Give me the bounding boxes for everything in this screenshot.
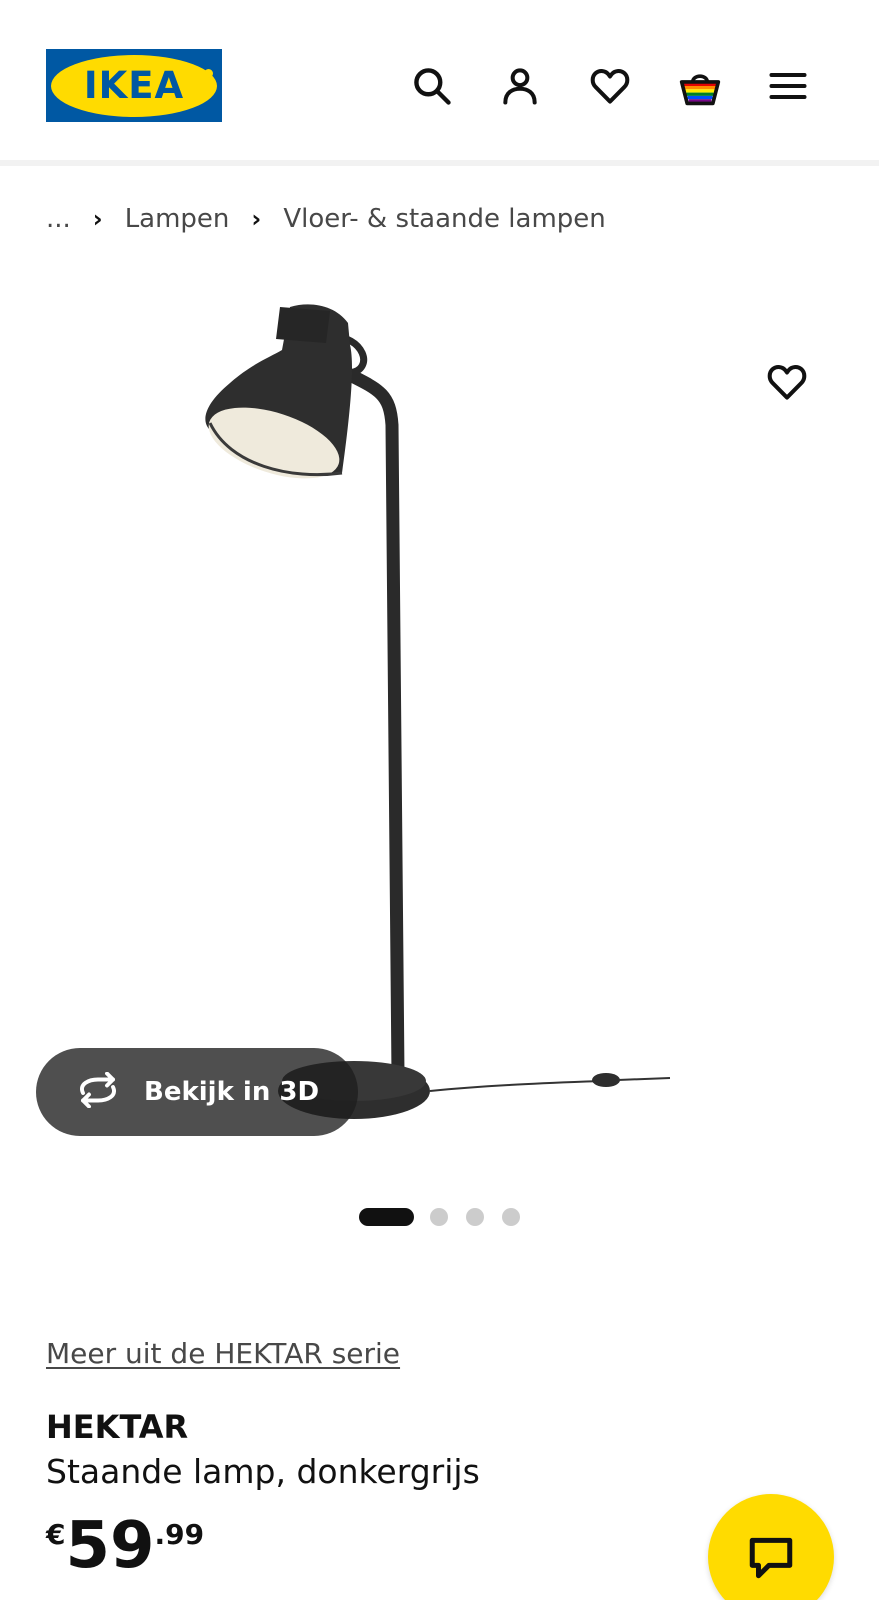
site-header: IKEA bbox=[0, 0, 879, 166]
product-image[interactable] bbox=[150, 295, 750, 1175]
gallery-dot-4[interactable] bbox=[502, 1208, 520, 1226]
price-currency: € bbox=[46, 1518, 66, 1551]
breadcrumb-item-vloer-staande-lampen[interactable]: Vloer- & staande lampen bbox=[283, 204, 605, 234]
breadcrumb-item-lampen[interactable]: Lampen bbox=[125, 204, 230, 234]
favourites-icon[interactable] bbox=[586, 62, 634, 110]
gallery-dot-1[interactable] bbox=[359, 1208, 414, 1226]
search-icon[interactable] bbox=[408, 62, 456, 110]
chevron-right-icon: › bbox=[92, 205, 103, 233]
gallery-pagination bbox=[0, 1208, 879, 1228]
view-in-3d-label: Bekijk in 3D bbox=[144, 1077, 320, 1107]
product-description: Staande lamp, donkergrijs bbox=[46, 1452, 480, 1491]
chevron-right-icon: › bbox=[251, 205, 262, 233]
product-name: HEKTAR bbox=[46, 1408, 189, 1446]
view-in-3d-button[interactable]: Bekijk in 3D bbox=[36, 1048, 358, 1136]
favourite-product-icon[interactable] bbox=[765, 360, 813, 408]
chat-icon bbox=[749, 1537, 793, 1579]
gallery-dot-3[interactable] bbox=[466, 1208, 484, 1226]
price-decimal: .99 bbox=[154, 1518, 205, 1551]
ikea-logo[interactable]: IKEA bbox=[46, 49, 222, 122]
logo-registered-mark bbox=[204, 69, 213, 78]
breadcrumb-ellipsis[interactable]: ... bbox=[46, 204, 71, 234]
gallery-dot-2[interactable] bbox=[430, 1208, 448, 1226]
logo-text: IKEA bbox=[83, 64, 185, 107]
price-integer: 59 bbox=[65, 1509, 155, 1583]
logo-oval: IKEA bbox=[51, 54, 217, 117]
account-icon[interactable] bbox=[496, 62, 544, 110]
product-price: € 59 .99 bbox=[46, 1508, 204, 1584]
series-link[interactable]: Meer uit de HEKTAR serie bbox=[46, 1337, 400, 1370]
hamburger-menu-icon[interactable] bbox=[764, 62, 812, 110]
breadcrumb: ... › Lampen › Vloer- & staande lampen bbox=[46, 204, 606, 234]
rotate-3d-icon bbox=[74, 1071, 122, 1112]
shopping-bag-icon[interactable] bbox=[676, 62, 724, 110]
chat-button[interactable] bbox=[708, 1494, 834, 1600]
